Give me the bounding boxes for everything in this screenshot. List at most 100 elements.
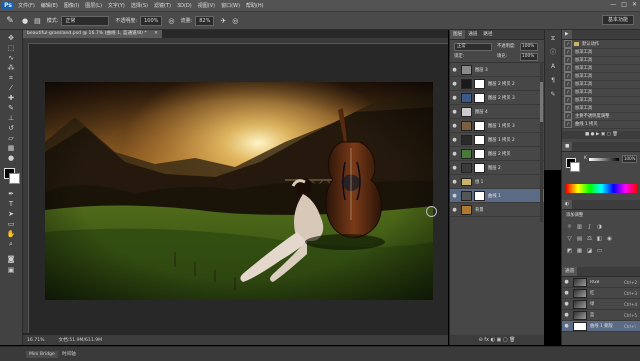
layer-row[interactable]: ● 图层 2 拷贝 3	[450, 91, 544, 105]
visibility-eye-icon[interactable]: ●	[450, 81, 459, 87]
layer-row[interactable]: ● 图层 3	[450, 63, 544, 77]
brush-tool-icon[interactable]: ✎	[4, 15, 16, 27]
tab-layers[interactable]: 图层	[450, 30, 466, 39]
visibility-eye-icon[interactable]: ●	[450, 123, 459, 129]
gradient-tool-icon[interactable]: ▦	[4, 144, 18, 153]
move-tool-icon[interactable]: ✥	[4, 34, 18, 43]
scrollbar-thumb[interactable]	[540, 82, 543, 122]
checkbox[interactable]: ✓	[564, 72, 572, 80]
workspace-switcher[interactable]: 基本功能	[601, 15, 634, 25]
posterize-icon[interactable]: ▦	[576, 248, 583, 255]
vibrance-icon[interactable]: ▽	[566, 236, 573, 243]
checkbox[interactable]: ✓	[564, 40, 572, 48]
checkbox[interactable]: ✓	[564, 96, 572, 104]
visibility-eye-icon[interactable]: ●	[450, 165, 459, 171]
maximize-icon[interactable]: □	[621, 1, 627, 8]
checkbox[interactable]: ✓	[564, 112, 572, 120]
levels-icon[interactable]: ▥	[576, 224, 583, 231]
crop-tool-icon[interactable]: ⌗	[4, 74, 18, 83]
visibility-eye-icon[interactable]: ●	[450, 193, 459, 199]
tab-adjustments[interactable]: ◐	[562, 200, 573, 209]
exposure-icon[interactable]: ◑	[596, 224, 603, 231]
channel-row-mask[interactable]: ● 曲线 1 蒙版 Ctrl+\	[562, 321, 640, 332]
history-icon[interactable]: ⧖	[548, 34, 558, 44]
type-tool-icon[interactable]: T	[4, 200, 18, 209]
layer-row[interactable]: ● 图层 4	[450, 105, 544, 119]
layer-mask-thumbnail[interactable]	[474, 92, 485, 103]
checkbox[interactable]: ✓	[564, 104, 572, 112]
character-icon[interactable]: A	[548, 62, 558, 72]
layer-mask-thumbnail[interactable]	[474, 190, 485, 201]
quick-mask-icon[interactable]: ◙	[4, 255, 18, 264]
visibility-eye-icon[interactable]: ●	[562, 301, 571, 307]
history-brush-icon[interactable]: ↺	[4, 124, 18, 133]
lasso-tool-icon[interactable]: ∿	[4, 54, 18, 63]
brush-panel-icon[interactable]: ▤	[34, 17, 41, 25]
color-spectrum-bar[interactable]	[566, 184, 637, 193]
channel-row-rgb[interactable]: ● RGB Ctrl+2	[562, 277, 640, 288]
k-slider[interactable]	[589, 158, 619, 161]
pen-tool-icon[interactable]: ✒	[4, 190, 18, 199]
flow-field[interactable]: 82%	[195, 15, 215, 26]
visibility-eye-icon[interactable]: ●	[450, 179, 459, 185]
visibility-eye-icon[interactable]: ●	[450, 151, 459, 157]
tab-paths[interactable]: 路径	[480, 30, 495, 39]
paragraph-icon[interactable]: ¶	[548, 76, 558, 86]
tab-actions[interactable]: ▶	[562, 30, 572, 39]
tab-timeline[interactable]: 时间轴	[62, 351, 76, 357]
channel-row-red[interactable]: ● 红 Ctrl+3	[562, 288, 640, 299]
hue-saturation-icon[interactable]: ▤	[576, 236, 583, 243]
invert-icon[interactable]: ◩	[566, 248, 573, 255]
menu-window[interactable]: 窗口(W)	[221, 2, 240, 9]
airbrush-icon[interactable]: ✈	[220, 17, 226, 25]
document-tab[interactable]: beautiful-grassland.psd @ 16.7% (曲线 1, 蓝…	[23, 30, 162, 38]
pressure-size-icon[interactable]: ◎	[232, 17, 238, 25]
eraser-tool-icon[interactable]: ▱	[4, 134, 18, 143]
gradient-map-icon[interactable]: ▭	[596, 248, 603, 255]
menu-select[interactable]: 选择(S)	[131, 2, 148, 9]
hand-tool-icon[interactable]: ✋	[4, 230, 18, 239]
layer-mask-thumbnail[interactable]	[474, 148, 485, 159]
healing-tool-icon[interactable]: ✚	[4, 94, 18, 103]
shape-tool-icon[interactable]: ▭	[4, 220, 18, 229]
menu-type[interactable]: 文字(Y)	[108, 2, 125, 9]
visibility-eye-icon[interactable]: ●	[450, 137, 459, 143]
layer-row[interactable]: ● 图层 2 拷贝 2	[450, 77, 544, 91]
zoom-level[interactable]: 16.71%	[27, 338, 45, 343]
menu-3d[interactable]: 3D(D)	[177, 3, 192, 9]
layer-mask-thumbnail[interactable]	[474, 162, 485, 173]
path-select-tool-icon[interactable]: ➤	[4, 210, 18, 219]
menu-help[interactable]: 帮助(H)	[246, 2, 264, 9]
brightness-contrast-icon[interactable]: ☼	[566, 224, 573, 231]
screen-mode-icon[interactable]: ▣	[4, 266, 18, 275]
visibility-eye-icon[interactable]: ●	[562, 290, 571, 296]
channel-row-blue[interactable]: ● 蓝 Ctrl+5	[562, 310, 640, 321]
pressure-opacity-icon[interactable]: ◎	[168, 17, 174, 25]
visibility-eye-icon[interactable]: ●	[450, 67, 459, 73]
blend-mode-dropdown[interactable]: 正常	[454, 43, 492, 51]
checkbox[interactable]: ✓	[564, 48, 572, 56]
layer-group-row[interactable]: ● 组 1	[450, 175, 544, 189]
checkbox[interactable]: ✓	[564, 56, 572, 64]
layer-row-selected[interactable]: ● 曲线 1	[450, 189, 544, 203]
checkbox[interactable]: ✓	[564, 64, 572, 72]
visibility-eye-icon[interactable]: ●	[450, 95, 459, 101]
layer-mask-thumbnail[interactable]	[474, 134, 485, 145]
brush-preset-icon[interactable]: ●	[22, 17, 28, 25]
layers-scrollbar[interactable]	[540, 62, 543, 222]
action-row[interactable]: ✓ 曲线 1 拷贝	[562, 120, 640, 129]
menu-image[interactable]: 图像(I)	[64, 2, 79, 9]
minimize-icon[interactable]: —	[610, 1, 616, 8]
threshold-icon[interactable]: ◪	[586, 248, 593, 255]
layer-opacity-field[interactable]: 100%	[520, 43, 538, 51]
checkbox[interactable]: ✓	[564, 80, 572, 88]
color-balance-icon[interactable]: ⚖	[586, 236, 593, 243]
brush-presets-icon[interactable]: ✎	[548, 90, 558, 100]
properties-icon[interactable]: ⓘ	[548, 48, 558, 58]
actions-footer-icons[interactable]: ■ ● ▶ ▣ ▢ 🗑	[562, 131, 640, 139]
fill-field[interactable]: 100%	[520, 53, 538, 61]
color-background-swatch[interactable]	[570, 162, 580, 172]
layer-mask-thumbnail[interactable]	[474, 120, 485, 131]
visibility-eye-icon[interactable]: ●	[562, 312, 571, 318]
marquee-tool-icon[interactable]: ⬚	[4, 44, 18, 53]
